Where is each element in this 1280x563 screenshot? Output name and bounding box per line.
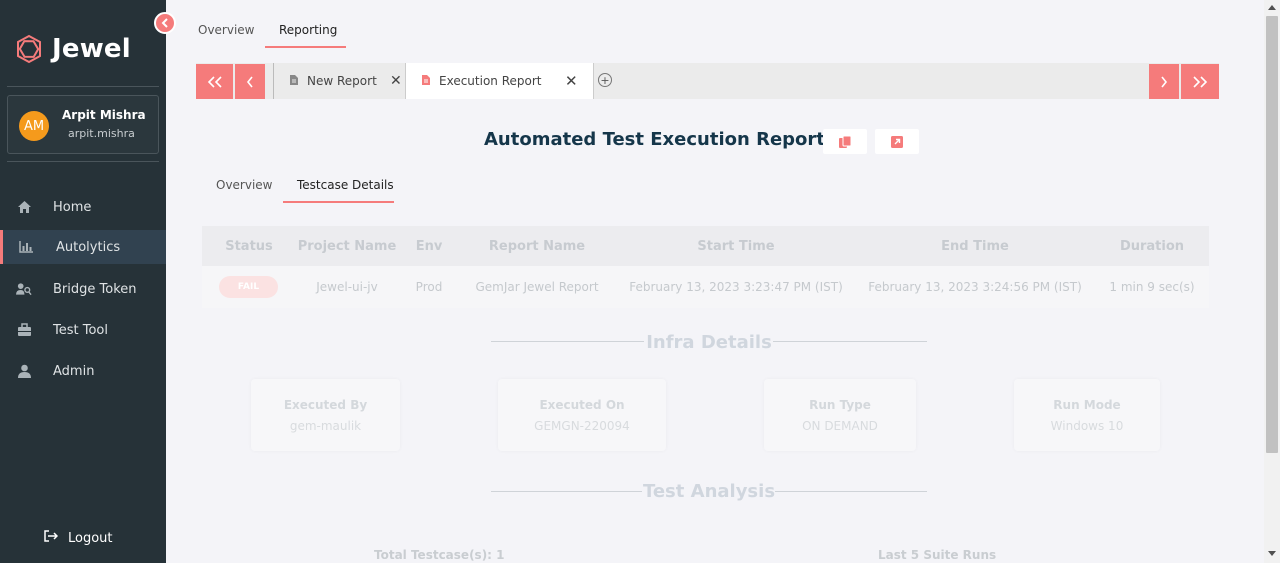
tab-label: Execution Report: [439, 74, 542, 88]
sidebar-item-autolytics[interactable]: Autolytics: [0, 230, 166, 264]
brand-name: Jewel: [52, 34, 131, 64]
info-card-executed-by: Executed By gem-maulik: [251, 379, 400, 451]
column-header: Start Time: [697, 239, 775, 254]
subtab-testcase-details[interactable]: Testcase Details: [297, 178, 394, 192]
bar-chart-icon: [18, 239, 34, 255]
open-external-button[interactable]: [875, 129, 919, 154]
end-time-cell: February 13, 2023 3:24:56 PM (IST): [868, 280, 1082, 294]
avatar: AM: [19, 111, 49, 141]
table-row[interactable]: FAIL Jewel-ui-jv Prod GemJar Jewel Repor…: [202, 266, 1209, 308]
section-divider: [491, 341, 644, 342]
chevron-left-icon: [246, 76, 253, 87]
sidebar-item-label: Bridge Token: [53, 281, 137, 297]
plus-icon: +: [600, 73, 610, 87]
total-testcases-label: Total Testcase(s): 1: [374, 548, 505, 562]
duration-cell: 1 min 9 sec(s): [1109, 280, 1195, 294]
double-chevron-left-icon: [207, 75, 222, 88]
jewel-logo-icon: [17, 34, 41, 64]
column-header: Report Name: [488, 239, 586, 254]
table-header: Status Project Name Env Report Name Star…: [202, 226, 1209, 266]
logout-label: Logout: [68, 530, 113, 546]
start-time-cell: February 13, 2023 3:23:47 PM (IST): [629, 280, 843, 294]
sidebar-item-admin[interactable]: Admin: [0, 354, 166, 388]
sidebar-item-label: Home: [53, 199, 92, 215]
sidebar-item-label: Admin: [53, 363, 95, 379]
double-chevron-right-icon: [1193, 75, 1208, 88]
report-name-cell: GemJar Jewel Report: [475, 280, 599, 294]
infra-details-title: Infra Details: [646, 332, 772, 353]
info-label: Run Mode: [1053, 398, 1121, 412]
column-header: Status: [225, 239, 273, 254]
user-handle: arpit.mishra: [68, 127, 135, 140]
user-icon: [16, 363, 32, 379]
last-tab-button[interactable]: [1181, 64, 1219, 99]
last-suite-runs-label: Last 5 Suite Runs: [878, 548, 997, 562]
sidebar-item-bridge-token[interactable]: Bridge Token: [0, 272, 166, 306]
sidebar-item-test-tool[interactable]: Test Tool: [0, 313, 166, 347]
add-tab-button[interactable]: +: [598, 73, 612, 87]
env-cell: Prod: [415, 280, 443, 294]
section-divider: [773, 341, 927, 342]
scrollbar-thumb[interactable]: [1266, 16, 1278, 453]
logout-icon: [44, 530, 59, 546]
info-card-executed-on: Executed On GEMGN-220094: [498, 379, 666, 451]
column-header: End Time: [941, 239, 1009, 254]
home-icon: [16, 199, 32, 215]
report-title: Automated Test Execution Report: [484, 129, 825, 150]
brand[interactable]: Jewel: [14, 34, 131, 64]
info-label: Executed By: [283, 398, 368, 412]
logout-button[interactable]: Logout: [44, 530, 113, 546]
section-divider: [491, 491, 642, 492]
info-card-run-type: Run Type ON DEMAND: [764, 379, 916, 451]
tab-overview[interactable]: Overview: [198, 23, 255, 37]
info-label: Executed On: [539, 398, 625, 412]
scroll-up-icon[interactable]: [1268, 5, 1276, 10]
document-icon: [289, 74, 299, 89]
next-tab-button[interactable]: [1149, 64, 1179, 99]
toolbox-icon: [16, 322, 32, 338]
tab-label: New Report: [307, 74, 377, 88]
status-badge: FAIL: [219, 276, 278, 298]
first-tab-button[interactable]: [196, 64, 233, 99]
subtab-overview[interactable]: Overview: [216, 178, 273, 192]
prev-tab-button[interactable]: [235, 64, 265, 99]
tab-execution-report[interactable]: Execution Report ✕: [405, 63, 594, 99]
copy-button[interactable]: [823, 129, 867, 154]
close-icon[interactable]: ✕: [390, 73, 402, 89]
user-card[interactable]: AM Arpit Mishra arpit.mishra: [7, 95, 159, 154]
sidebar-item-home[interactable]: Home: [0, 190, 166, 224]
external-link-icon: [891, 135, 903, 148]
copy-icon: [839, 135, 852, 148]
divider: [7, 86, 159, 87]
info-card-run-mode: Run Mode Windows 10: [1014, 379, 1160, 451]
info-value: gem-maulik: [289, 419, 362, 433]
sidebar-collapse-button[interactable]: [154, 12, 176, 34]
test-analysis-title: Test Analysis: [642, 481, 776, 502]
tab-reporting[interactable]: Reporting: [279, 23, 337, 37]
document-red-icon: [421, 74, 431, 89]
close-icon[interactable]: ✕: [565, 72, 578, 90]
info-value: ON DEMAND: [802, 419, 878, 433]
user-name: Arpit Mishra: [62, 108, 146, 122]
active-subtab-indicator: [283, 201, 394, 203]
sidebar-item-label: Autolytics: [56, 239, 121, 255]
sidebar-item-label: Test Tool: [53, 322, 108, 338]
scroll-down-icon[interactable]: [1268, 551, 1276, 556]
tab-new-report[interactable]: New Report ✕: [273, 63, 405, 99]
chevron-right-icon: [1161, 76, 1168, 87]
project-cell: Jewel-ui-jv: [316, 280, 378, 294]
info-value: GEMGN-220094: [534, 419, 630, 433]
info-label: Run Type: [809, 398, 871, 412]
chevron-left-icon: [161, 18, 168, 28]
testcase-table: Status Project Name Env Report Name Star…: [202, 226, 1209, 308]
column-header: Duration: [1119, 239, 1185, 254]
divider: [7, 161, 159, 162]
column-header: Project Name: [297, 239, 397, 254]
sidebar: Jewel AM Arpit Mishra arpit.mishra Home …: [0, 0, 166, 563]
active-tab-indicator: [265, 46, 346, 48]
users-key-icon: [16, 281, 32, 297]
info-value: Windows 10: [1050, 419, 1124, 433]
column-header: Env: [415, 239, 443, 254]
section-divider: [775, 491, 927, 492]
